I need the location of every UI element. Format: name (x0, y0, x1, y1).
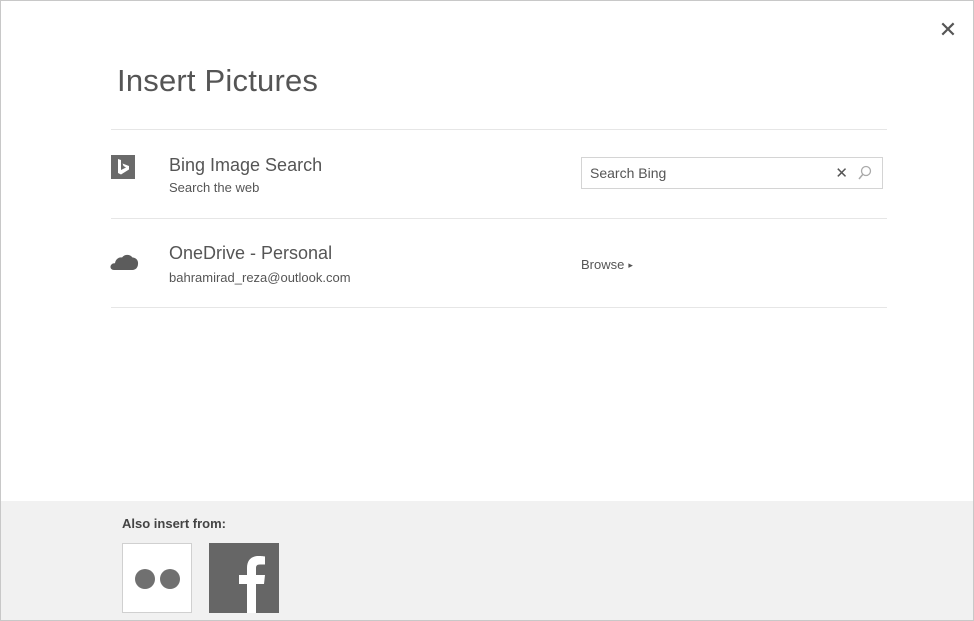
dialog-title: Insert Pictures (117, 63, 319, 98)
browse-button[interactable]: Browse ▸ (581, 257, 633, 272)
facebook-icon (239, 556, 265, 613)
search-bing-input[interactable] (590, 163, 820, 183)
bing-icon (111, 155, 135, 179)
source-name: Bing Image Search (169, 155, 323, 175)
chevron-right-icon: ▸ (628, 260, 633, 270)
flickr-button[interactable] (122, 543, 192, 613)
source-name: OneDrive - Personal (169, 243, 333, 263)
divider (111, 307, 887, 308)
close-icon: ✕ (938, 17, 958, 42)
source-row-bing: Bing Image Search Search the web ✕ (111, 131, 887, 219)
divider (111, 129, 887, 130)
facebook-button[interactable] (209, 543, 279, 613)
clear-icon[interactable]: ✕ (835, 164, 848, 182)
browse-label: Browse (581, 257, 625, 272)
bing-search-box: ✕ (581, 157, 883, 189)
search-icon[interactable] (858, 165, 872, 186)
insert-pictures-dialog: ✕ Insert Pictures Bing Image Search Sear… (0, 0, 974, 621)
source-subtitle: Search the web (169, 180, 260, 195)
source-row-onedrive: OneDrive - Personal bahramirad_reza@outl… (109, 219, 887, 307)
cloud-icon (109, 252, 139, 274)
source-subtitle: bahramirad_reza@outlook.com (169, 270, 351, 285)
also-insert-label: Also insert from: (122, 516, 227, 531)
close-button[interactable]: ✕ (937, 19, 959, 41)
also-insert-footer: Also insert from: (1, 501, 973, 620)
